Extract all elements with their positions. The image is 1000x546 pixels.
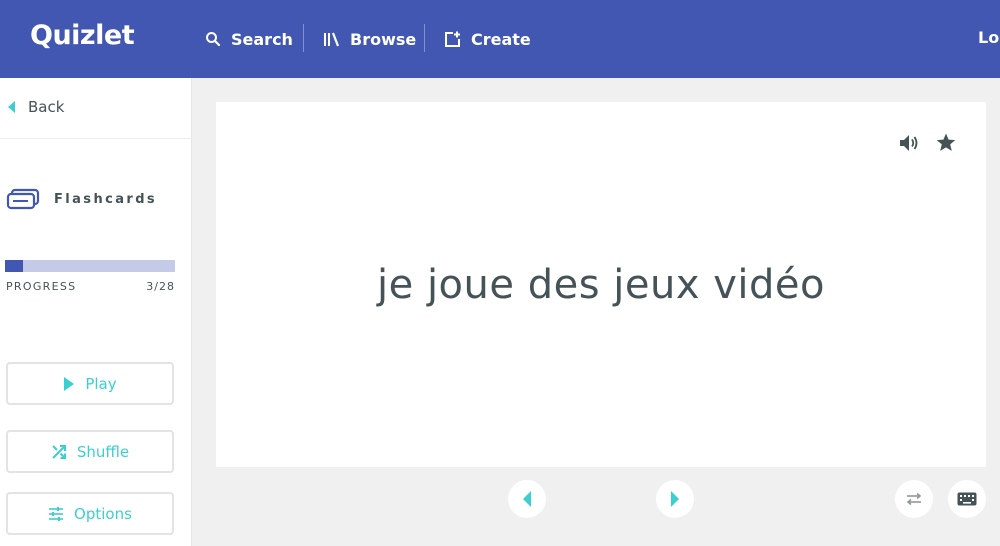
flip-card-button[interactable] xyxy=(895,480,933,518)
progress-count: 3/28 xyxy=(146,280,175,293)
nav-search[interactable]: Search xyxy=(205,26,293,52)
back-arrow-icon xyxy=(8,101,15,113)
flashcards-icon xyxy=(6,188,40,210)
prev-arrow-icon xyxy=(523,491,531,507)
nav-divider xyxy=(303,24,304,52)
options-label: Options xyxy=(74,504,132,523)
next-card-button[interactable] xyxy=(656,480,694,518)
play-button[interactable]: Play xyxy=(6,362,174,405)
nav-create[interactable]: Create xyxy=(444,26,531,52)
next-arrow-icon xyxy=(671,491,679,507)
swap-icon xyxy=(906,493,922,505)
nav-divider xyxy=(424,24,425,52)
progress-label: PROGRESS xyxy=(6,280,77,293)
keyboard-shortcuts-button[interactable] xyxy=(948,480,986,518)
top-header: Quizlet Search Browse Create Log xyxy=(0,0,1000,78)
previous-card-button[interactable] xyxy=(508,480,546,518)
study-sidebar: Back Flashcards PROGRESS 3/28 Play Shuff… xyxy=(0,78,192,546)
back-label: Back xyxy=(28,98,65,116)
quizlet-logo[interactable]: Quizlet xyxy=(30,20,135,51)
flashcard-term: je joue des jeux vidéo xyxy=(377,262,825,308)
login-link[interactable]: Log xyxy=(978,28,1000,47)
shuffle-button[interactable]: Shuffle xyxy=(6,430,174,473)
shuffle-label: Shuffle xyxy=(76,442,130,461)
search-icon xyxy=(206,32,221,47)
library-icon xyxy=(324,32,340,47)
nav-browse-label: Browse xyxy=(350,29,417,49)
options-button[interactable]: Options xyxy=(6,492,174,535)
progress-bar xyxy=(5,260,175,272)
sidebar-divider xyxy=(0,138,192,139)
mode-title: Flashcards xyxy=(54,191,158,207)
nav-browse[interactable]: Browse xyxy=(323,26,416,52)
play-icon xyxy=(64,376,75,391)
nav-search-label: Search xyxy=(231,29,293,49)
speaker-icon[interactable] xyxy=(899,134,919,152)
shuffle-icon xyxy=(52,444,66,459)
flashcard[interactable]: je joue des jeux vidéo xyxy=(216,102,986,467)
create-icon xyxy=(445,31,460,47)
play-label: Play xyxy=(85,374,117,393)
settings-sliders-icon xyxy=(49,506,64,521)
nav-create-label: Create xyxy=(471,29,531,49)
star-icon[interactable] xyxy=(936,133,956,152)
keyboard-icon xyxy=(957,492,977,506)
back-button[interactable]: Back xyxy=(8,98,64,116)
progress-bar-fill xyxy=(5,260,24,272)
mode-header: Flashcards xyxy=(6,188,157,210)
